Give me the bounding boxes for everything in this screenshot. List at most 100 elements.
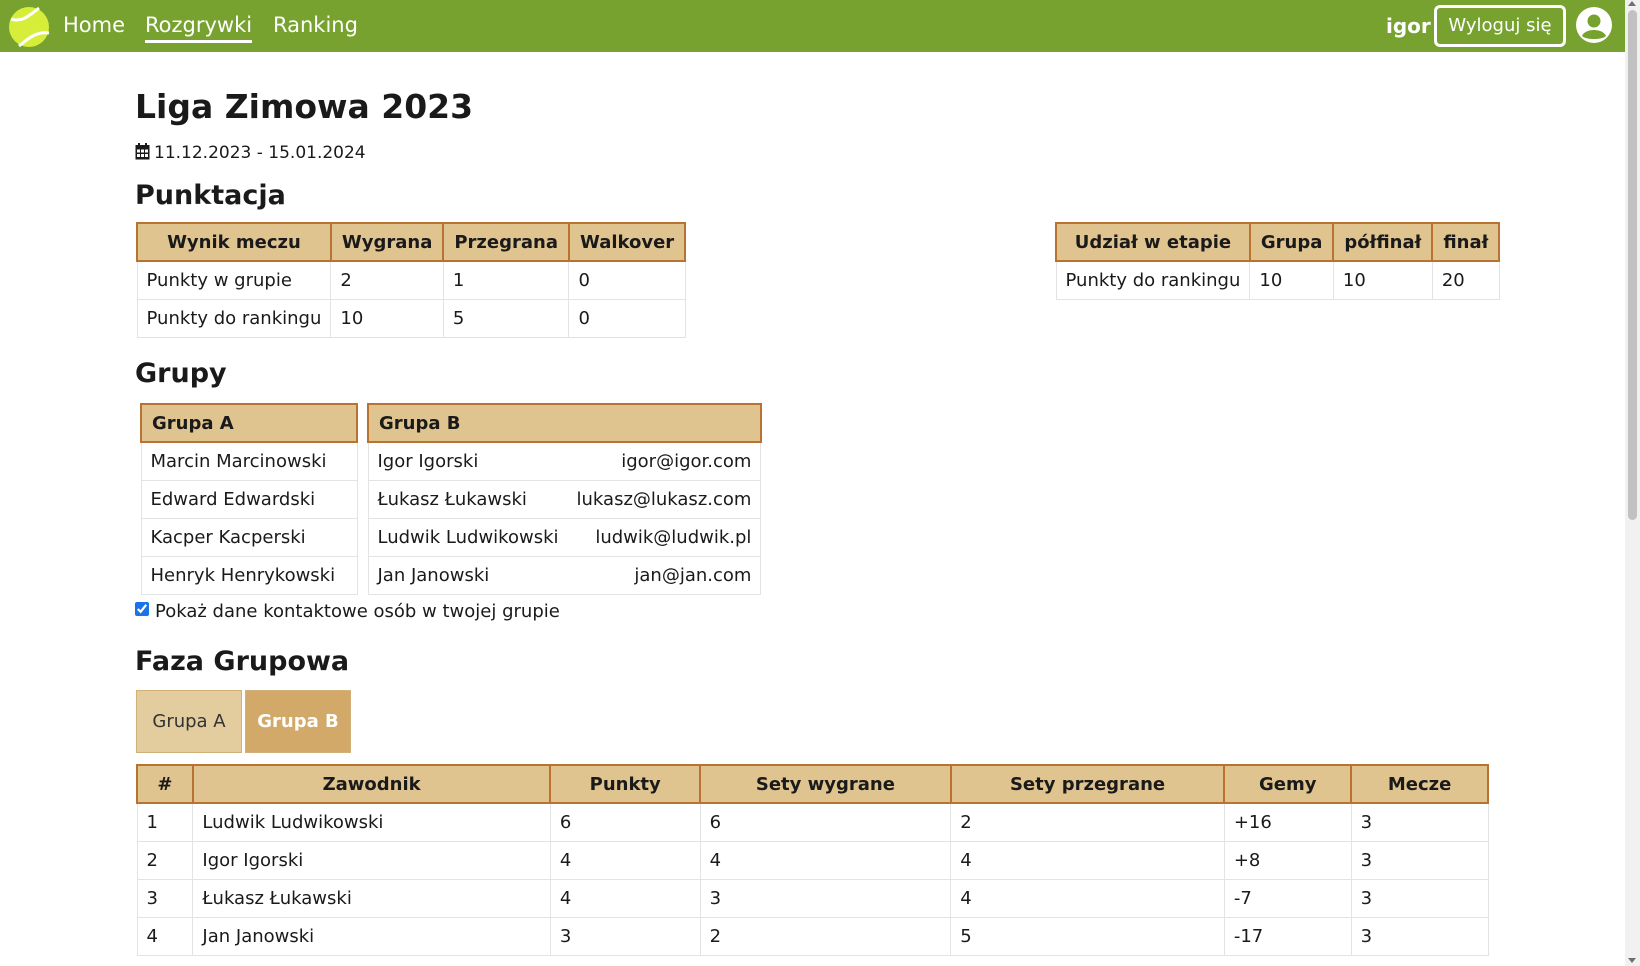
player-name: Łukasz Łukawski bbox=[367, 479, 568, 519]
table-cell: 0 bbox=[568, 298, 686, 338]
show-contacts-checkbox[interactable] bbox=[135, 602, 149, 616]
table-cell: 5 bbox=[950, 916, 1225, 956]
table-cell: 6 bbox=[549, 802, 701, 842]
table-cell: 10 bbox=[1249, 260, 1334, 300]
player-email: ludwik@ludwik.pl bbox=[567, 517, 762, 557]
table-cell: Punkty do rankingu bbox=[136, 298, 332, 338]
group-phase-heading: Faza Grupowa bbox=[135, 646, 350, 677]
table-cell: 2 bbox=[950, 802, 1225, 842]
table-cell: 4 bbox=[549, 840, 701, 880]
logout-button[interactable]: Wyloguj się bbox=[1434, 5, 1566, 47]
table-cell: 10 bbox=[330, 298, 444, 338]
navbar: Home Rozgrywki Ranking igor Wyloguj się bbox=[0, 0, 1625, 52]
scoring-heading: Punktacja bbox=[135, 180, 286, 211]
stage-points-table: Udział w etapie Grupa półfinał finał Pun… bbox=[1055, 222, 1501, 300]
player-name: Edward Edwardski bbox=[140, 479, 358, 519]
player-name: Kacper Kacperski bbox=[140, 517, 358, 557]
league-dates: 11.12.2023 - 15.01.2024 bbox=[135, 141, 366, 165]
groups-heading: Grupy bbox=[135, 358, 227, 389]
table-row: Punkty do rankingu 10 10 20 bbox=[1055, 260, 1500, 300]
table-cell: 3 bbox=[699, 878, 952, 918]
nav-ranking[interactable]: Ranking bbox=[273, 10, 358, 40]
player-name: Henryk Henrykowski bbox=[140, 555, 358, 595]
nav-home[interactable]: Home bbox=[63, 10, 125, 40]
nav-username: igor bbox=[1386, 14, 1431, 38]
table-cell: 1 bbox=[136, 802, 194, 842]
list-item: Edward Edwardski bbox=[140, 479, 358, 519]
table-cell: 5 bbox=[442, 298, 570, 338]
match-points-table: Wynik meczu Wygrana Przegrana Walkover P… bbox=[136, 222, 687, 338]
show-contacts-option[interactable]: Pokaż dane kontaktowe osób w twojej grup… bbox=[135, 598, 560, 626]
player-email: lukasz@lukasz.com bbox=[567, 479, 762, 519]
standings-header-games: Gemy bbox=[1223, 764, 1353, 804]
group-a-table: Grupa A Marcin Marcinowski Edward Edward… bbox=[140, 403, 358, 595]
table-cell: 2 bbox=[330, 260, 444, 300]
calendar-icon bbox=[135, 143, 150, 160]
group-b-table: Grupa B Igor Igorski igor@igor.com Łukas… bbox=[367, 403, 762, 595]
table-cell: Jan Janowski bbox=[192, 916, 551, 956]
list-item: Marcin Marcinowski bbox=[140, 441, 358, 481]
table-cell: Łukasz Łukawski bbox=[192, 878, 551, 918]
user-avatar-icon[interactable] bbox=[1575, 6, 1613, 44]
table-cell: -17 bbox=[1223, 916, 1352, 956]
table-cell: +16 bbox=[1223, 802, 1352, 842]
table-row: 1 Ludwik Ludwikowski 6 6 2 +16 3 bbox=[136, 802, 1489, 842]
scroll-up-arrow-icon[interactable] bbox=[1628, 1, 1636, 6]
stage-header-participation: Udział w etapie bbox=[1055, 222, 1251, 262]
nav-rozgrywki[interactable]: Rozgrywki bbox=[145, 10, 253, 43]
match-header-result: Wynik meczu bbox=[136, 222, 332, 262]
stage-header-semifinal: półfinał bbox=[1332, 222, 1434, 262]
standings-header-sets-won: Sety wygrane bbox=[699, 764, 952, 804]
table-cell: 1 bbox=[442, 260, 570, 300]
table-cell: 10 bbox=[1332, 260, 1433, 300]
table-row: Punkty do rankingu 10 5 0 bbox=[136, 298, 686, 338]
tab-grupa-a[interactable]: Grupa A bbox=[136, 690, 242, 753]
group-b-title: Grupa B bbox=[367, 403, 762, 443]
table-cell: 3 bbox=[549, 916, 701, 956]
list-item: Jan Janowski jan@jan.com bbox=[367, 555, 762, 595]
match-header-win: Wygrana bbox=[329, 222, 445, 262]
table-cell: 2 bbox=[136, 840, 194, 880]
match-header-loss: Przegrana bbox=[442, 222, 570, 262]
scroll-thumb[interactable] bbox=[1628, 10, 1637, 520]
table-cell: +8 bbox=[1223, 840, 1352, 880]
table-cell: 4 bbox=[699, 840, 952, 880]
table-cell: 4 bbox=[136, 916, 194, 956]
page-title: Liga Zimowa 2023 bbox=[135, 87, 474, 126]
match-header-walkover: Walkover bbox=[567, 222, 687, 262]
player-name: Marcin Marcinowski bbox=[140, 441, 358, 481]
table-cell: 3 bbox=[1350, 840, 1489, 880]
standings-header-rank: # bbox=[136, 764, 194, 804]
tennis-ball-logo-icon[interactable] bbox=[8, 6, 50, 48]
standings-table: # Zawodnik Punkty Sety wygrane Sety prze… bbox=[136, 764, 1489, 956]
table-cell: 4 bbox=[950, 878, 1225, 918]
list-item: Kacper Kacperski bbox=[140, 517, 358, 557]
table-cell: 3 bbox=[1350, 916, 1489, 956]
standings-header-sets-lost: Sety przegrane bbox=[949, 764, 1226, 804]
table-row: Punkty w grupie 2 1 0 bbox=[136, 260, 686, 300]
table-row: 3 Łukasz Łukawski 4 3 4 -7 3 bbox=[136, 878, 1489, 918]
table-cell: 20 bbox=[1431, 260, 1500, 300]
tab-grupa-b[interactable]: Grupa B bbox=[245, 690, 351, 753]
standings-header-matches: Mecze bbox=[1350, 764, 1489, 804]
player-name: Ludwik Ludwikowski bbox=[367, 517, 568, 557]
table-cell: 4 bbox=[950, 840, 1225, 880]
show-contacts-label: Pokaż dane kontaktowe osób w twojej grup… bbox=[155, 601, 560, 622]
player-email: jan@jan.com bbox=[567, 555, 762, 595]
page-scrollbar[interactable] bbox=[1625, 0, 1640, 966]
table-cell: Ludwik Ludwikowski bbox=[192, 802, 551, 842]
table-cell: 3 bbox=[1350, 878, 1489, 918]
player-name: Igor Igorski bbox=[367, 441, 568, 481]
table-cell: 2 bbox=[699, 916, 952, 956]
standings-header-points: Punkty bbox=[549, 764, 702, 804]
scroll-down-arrow-icon[interactable] bbox=[1628, 958, 1636, 963]
list-item: Łukasz Łukawski lukasz@lukasz.com bbox=[367, 479, 762, 519]
player-email: igor@igor.com bbox=[567, 441, 762, 481]
list-item: Ludwik Ludwikowski ludwik@ludwik.pl bbox=[367, 517, 762, 557]
table-cell: Punkty do rankingu bbox=[1055, 260, 1251, 300]
table-row: 2 Igor Igorski 4 4 4 +8 3 bbox=[136, 840, 1489, 880]
stage-header-group: Grupa bbox=[1248, 222, 1335, 262]
table-cell: -7 bbox=[1223, 878, 1352, 918]
list-item: Henryk Henrykowski bbox=[140, 555, 358, 595]
table-cell: 6 bbox=[699, 802, 952, 842]
